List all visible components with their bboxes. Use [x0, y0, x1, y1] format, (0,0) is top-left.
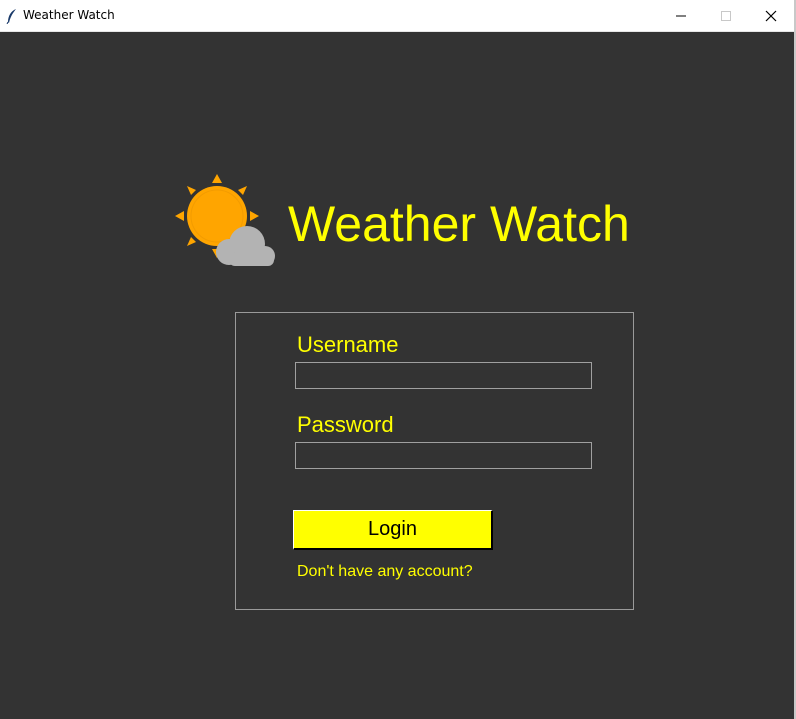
minimize-icon: [676, 15, 686, 17]
feather-icon: [6, 9, 16, 24]
username-label: Username: [297, 332, 399, 357]
password-input[interactable]: [295, 442, 592, 469]
close-icon: [765, 10, 777, 22]
sun-behind-cloud-icon: [175, 174, 275, 266]
password-label: Password: [297, 412, 394, 437]
maximize-icon: [721, 11, 731, 21]
main-content: Weather Watch Username Password Login Do…: [0, 32, 794, 719]
maximize-button[interactable]: [703, 0, 749, 31]
username-input[interactable]: [295, 362, 592, 389]
close-button[interactable]: [748, 0, 794, 31]
title-bar: Weather Watch: [0, 0, 794, 32]
window-title: Weather Watch: [23, 8, 115, 22]
signup-link[interactable]: Don't have any account?: [297, 563, 473, 581]
app-window: Weather Watch Weather Watch Username Pas…: [0, 0, 796, 719]
login-button[interactable]: Login: [293, 510, 493, 550]
minimize-button[interactable]: [658, 0, 704, 31]
app-title: Weather Watch: [288, 196, 630, 252]
